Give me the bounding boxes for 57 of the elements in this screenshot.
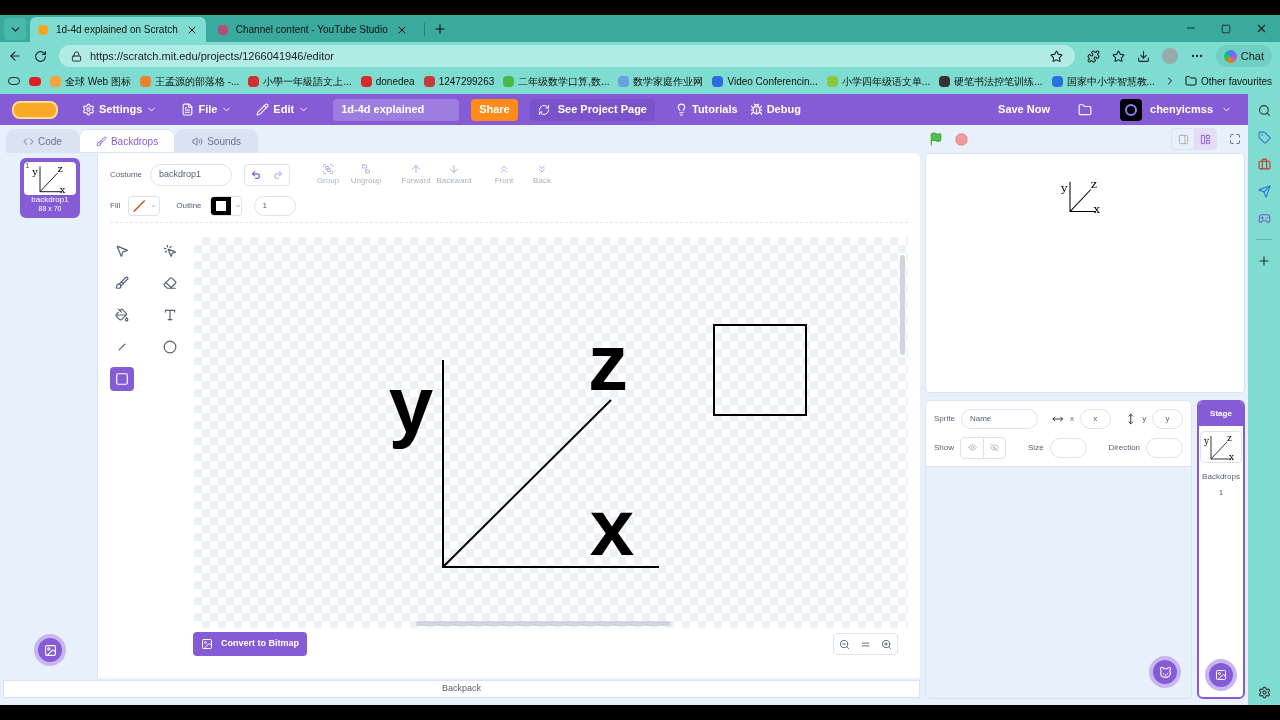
bookmark[interactable]: 国家中小学智慧教... [1051, 73, 1155, 89]
other-favourites[interactable]: Other favourites [1184, 73, 1273, 89]
bookmark[interactable]: 1247299263 [423, 73, 495, 89]
convert-to-bitmap-button[interactable]: Convert to Bitmap [193, 632, 307, 656]
bookmark[interactable]: 二年级数学口算,数... [503, 73, 610, 89]
axis-label: y [1204, 436, 1210, 446]
see-project-page-button[interactable]: See Project Page [529, 98, 655, 121]
editor-tab[interactable]: Sounds [175, 129, 259, 153]
menu-item[interactable]: Settings [82, 101, 158, 118]
axis-label: x [589, 483, 635, 572]
address-field[interactable]: https://scratch.mit.edu/projects/1266041946/editor [59, 45, 1075, 67]
outline-label: Outline [176, 199, 202, 212]
fill-label: Fill [110, 199, 121, 212]
sprite-label: Sprite [934, 412, 955, 425]
bookmark[interactable]: 王孟源的部落格 -... [139, 73, 240, 89]
debug-button[interactable]: Debug [749, 101, 801, 118]
bookmark[interactable]: donedea [360, 73, 415, 89]
backdrops-label: Backdrops [1202, 471, 1240, 483]
backdrops-count: 1 [1218, 487, 1224, 499]
url-text: https://scratch.mit.edu/projects/1266041946/editor [90, 48, 334, 64]
axis-label: y [388, 360, 434, 449]
y-label: y [1142, 412, 1147, 425]
x-label: x [1069, 412, 1074, 425]
bookmark[interactable]: 小學一年級語文上... [248, 73, 352, 89]
axis-label: y [1060, 181, 1068, 196]
bookmark[interactable]: 数学家庭作业网 [618, 73, 704, 89]
editor-tab[interactable]: Code [6, 129, 79, 153]
axis-label: x [60, 183, 66, 195]
stage-panel-title: Stage [1199, 402, 1243, 426]
direction-label: Direction [1108, 441, 1141, 454]
account-menu[interactable]: chenyicmss [1120, 98, 1232, 121]
costume-label: Costume [110, 169, 142, 181]
axis-label: x [1229, 452, 1235, 462]
chat-button[interactable]: Chat [1215, 45, 1272, 67]
axis-label: y [32, 166, 39, 178]
costume-name: backdrop1 [31, 195, 69, 205]
bookmark[interactable]: 小学四年级语文单... [826, 73, 931, 89]
show-label: Show [934, 441, 954, 454]
bookmark[interactable]: 硬笔书法控笔训练... [939, 73, 1043, 89]
bookmark[interactable]: 全球 Web 图标 [50, 73, 131, 89]
backpack-bar[interactable]: Backpack [3, 680, 920, 698]
menu-item[interactable]: Edit [256, 101, 310, 118]
editor-tab[interactable]: Backdrops [78, 129, 176, 153]
axis-label: z [1090, 177, 1097, 192]
stage-panel[interactable]: Stage y z x Backdrops 1 [1197, 400, 1245, 699]
costume-number: 1 [24, 162, 30, 170]
browser-tab[interactable]: 1d-4d explained on Scratch [30, 17, 206, 42]
axis-label: z [1227, 433, 1232, 443]
axis-label: z [588, 318, 628, 407]
axis-label: z [58, 162, 64, 174]
save-now-link[interactable]: Save Now [998, 101, 1050, 118]
tab-title: Channel content - YouTube Studio [235, 23, 388, 37]
menu-item[interactable]: File [181, 101, 233, 118]
tab-title: 1d-4d explained on Scratch [56, 23, 178, 37]
size-label: Size [1028, 441, 1044, 454]
bookmark[interactable]: Video Conferencin... [712, 73, 818, 89]
tutorials-button[interactable]: Tutorials [675, 101, 738, 118]
